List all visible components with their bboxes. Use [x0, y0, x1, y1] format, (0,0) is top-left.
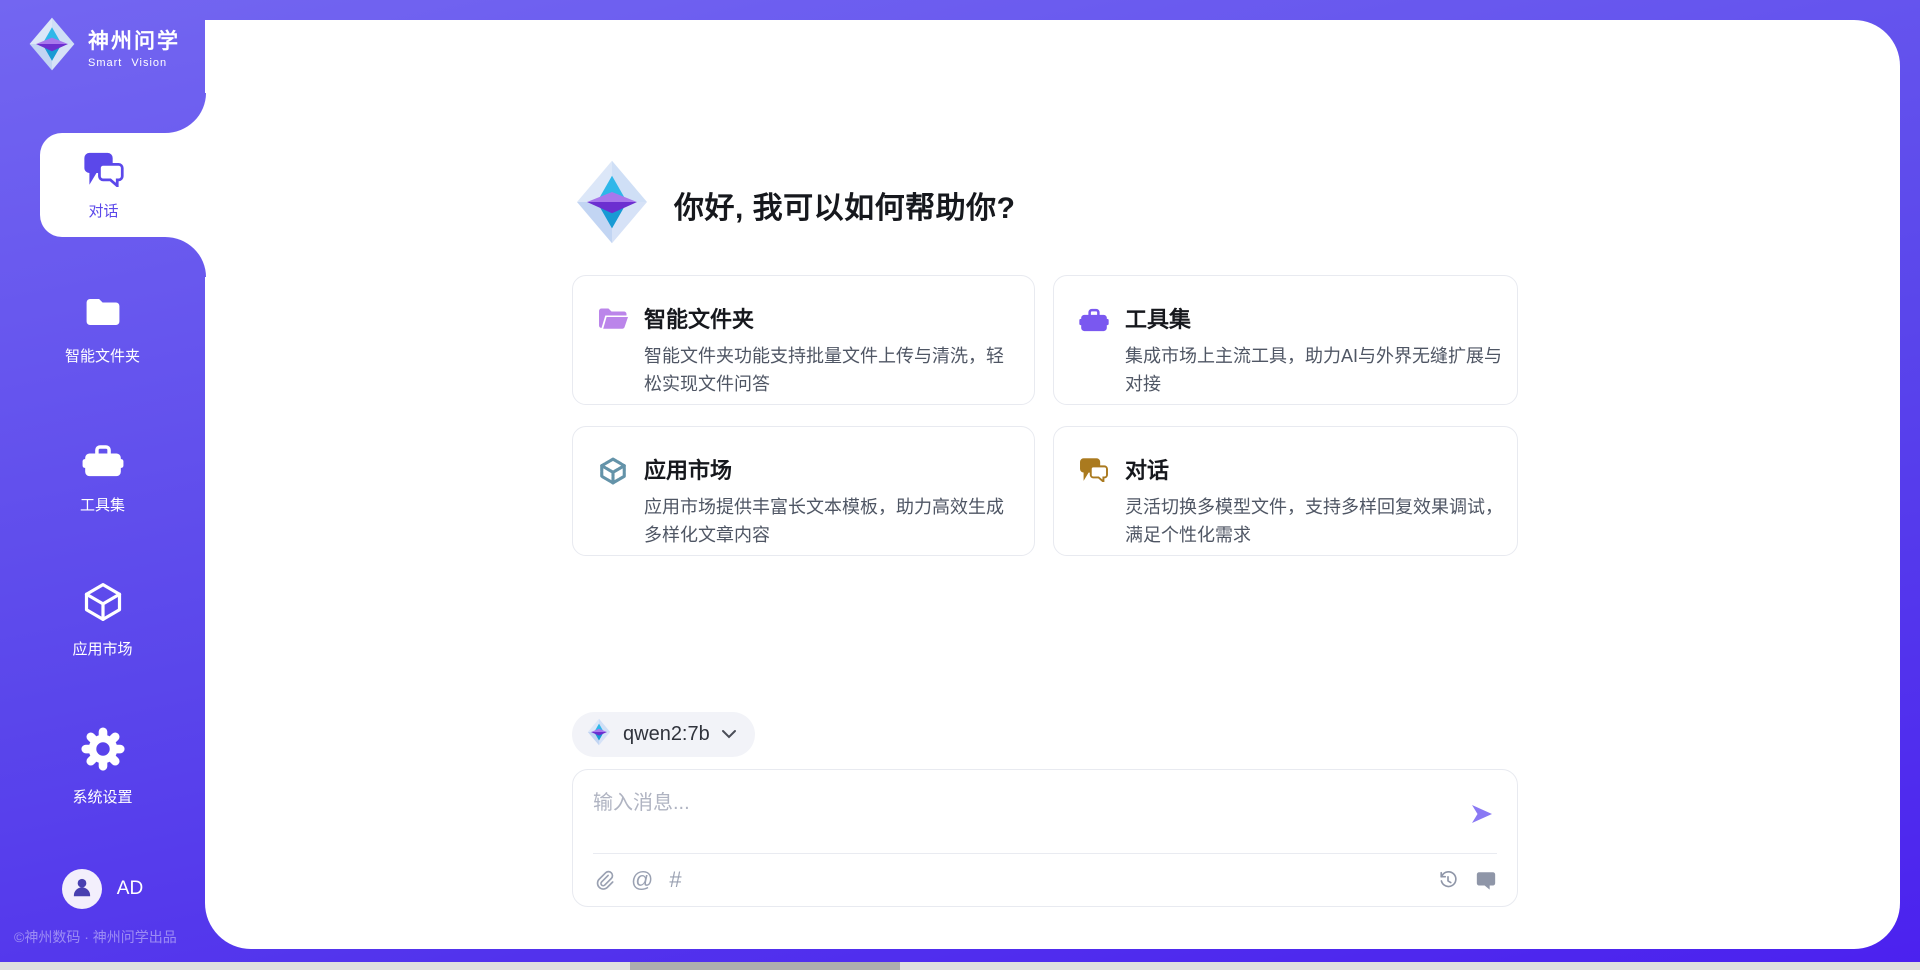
- user-icon: [69, 874, 95, 905]
- folder-open-icon: [598, 305, 628, 338]
- sidebar-item-chat[interactable]: 对话: [40, 133, 207, 237]
- copyright-text: ©神州数码 · 神州问学出品: [14, 927, 177, 947]
- card-title: 应用市场: [644, 453, 1020, 485]
- history-icon[interactable]: [1437, 869, 1459, 891]
- cube-icon: [81, 580, 125, 629]
- gear-icon: [80, 726, 126, 777]
- sidebar-item-label: 工具集: [80, 494, 125, 515]
- send-icon: [1469, 814, 1495, 829]
- chevron-down-icon: [721, 726, 737, 744]
- main-panel: 你好, 我可以如何帮助你? 智能文件夹 智能文件夹功能支持批量文件上传与清洗，轻…: [205, 20, 1900, 949]
- sidebar-item-toolkit[interactable]: 工具集: [0, 440, 205, 515]
- sidebar-item-app-market[interactable]: 应用市场: [0, 580, 205, 659]
- user-name: AD: [117, 878, 143, 900]
- app-logo: 神州问学 Smart Vision: [26, 16, 180, 77]
- user-menu[interactable]: AD: [0, 869, 205, 909]
- sidebar-item-settings[interactable]: 系统设置: [0, 726, 205, 807]
- brand-name: 神州问学: [88, 25, 180, 55]
- sidebar-item-smart-folder[interactable]: 智能文件夹: [0, 293, 205, 366]
- card-title: 对话: [1125, 453, 1503, 485]
- logo-diamond-icon: [572, 158, 652, 251]
- card-description: 智能文件夹功能支持批量文件上传与清洗，轻松实现文件问答: [644, 343, 1020, 399]
- scrollbar-thumb[interactable]: [630, 962, 900, 970]
- card-app-market[interactable]: 应用市场 应用市场提供丰富长文本模板，助力高效生成多样化文章内容: [572, 426, 1035, 556]
- sidebar-item-label: 对话: [88, 200, 118, 221]
- card-title: 智能文件夹: [644, 302, 1020, 334]
- sidebar-item-label: 智能文件夹: [65, 345, 140, 366]
- send-button[interactable]: [1467, 800, 1497, 830]
- greeting-block: 你好, 我可以如何帮助你?: [572, 158, 1016, 251]
- message-composer: @ #: [572, 769, 1518, 907]
- brand-subtitle: Smart Vision: [88, 57, 180, 69]
- feature-cards: 智能文件夹 智能文件夹功能支持批量文件上传与清洗，轻松实现文件问答 工具集 集成…: [572, 275, 1518, 556]
- logo-diamond-icon: [586, 718, 612, 751]
- card-chat[interactable]: 对话 灵活切换多模型文件，支持多样回复效果调试，满足个性化需求: [1053, 426, 1518, 556]
- card-description: 集成市场上主流工具，助力AI与外界无缝扩展与对接: [1125, 343, 1503, 399]
- folder-icon: [82, 293, 124, 336]
- greeting-title: 你好, 我可以如何帮助你?: [674, 183, 1016, 227]
- card-toolkit[interactable]: 工具集 集成市场上主流工具，助力AI与外界无缝扩展与对接: [1053, 275, 1518, 405]
- cube-icon: [598, 456, 628, 491]
- avatar: [62, 869, 102, 909]
- tab-fillet-bottom: [165, 237, 206, 277]
- model-name: qwen2:7b: [623, 723, 710, 746]
- message-input[interactable]: [593, 786, 1467, 842]
- tab-fillet-top: [165, 93, 206, 133]
- chat-icon: [1079, 456, 1109, 487]
- paperclip-icon[interactable]: [593, 869, 615, 891]
- hash-icon[interactable]: #: [669, 869, 681, 891]
- horizontal-scrollbar: [0, 962, 1920, 970]
- card-smart-folder[interactable]: 智能文件夹 智能文件夹功能支持批量文件上传与清洗，轻松实现文件问答: [572, 275, 1035, 405]
- sidebar-item-label: 应用市场: [72, 638, 132, 659]
- briefcase-icon: [1079, 305, 1109, 339]
- at-icon[interactable]: @: [631, 869, 653, 891]
- sidebar-item-label: 系统设置: [72, 786, 132, 807]
- logo-diamond-icon: [26, 16, 78, 77]
- message-icon[interactable]: [1475, 869, 1497, 891]
- card-title: 工具集: [1125, 302, 1503, 334]
- briefcase-icon: [82, 440, 124, 485]
- card-description: 应用市场提供丰富长文本模板，助力高效生成多样化文章内容: [644, 494, 1020, 550]
- chat-icon: [83, 149, 125, 192]
- model-selector[interactable]: qwen2:7b: [572, 712, 755, 757]
- card-description: 灵活切换多模型文件，支持多样回复效果调试，满足个性化需求: [1125, 494, 1503, 550]
